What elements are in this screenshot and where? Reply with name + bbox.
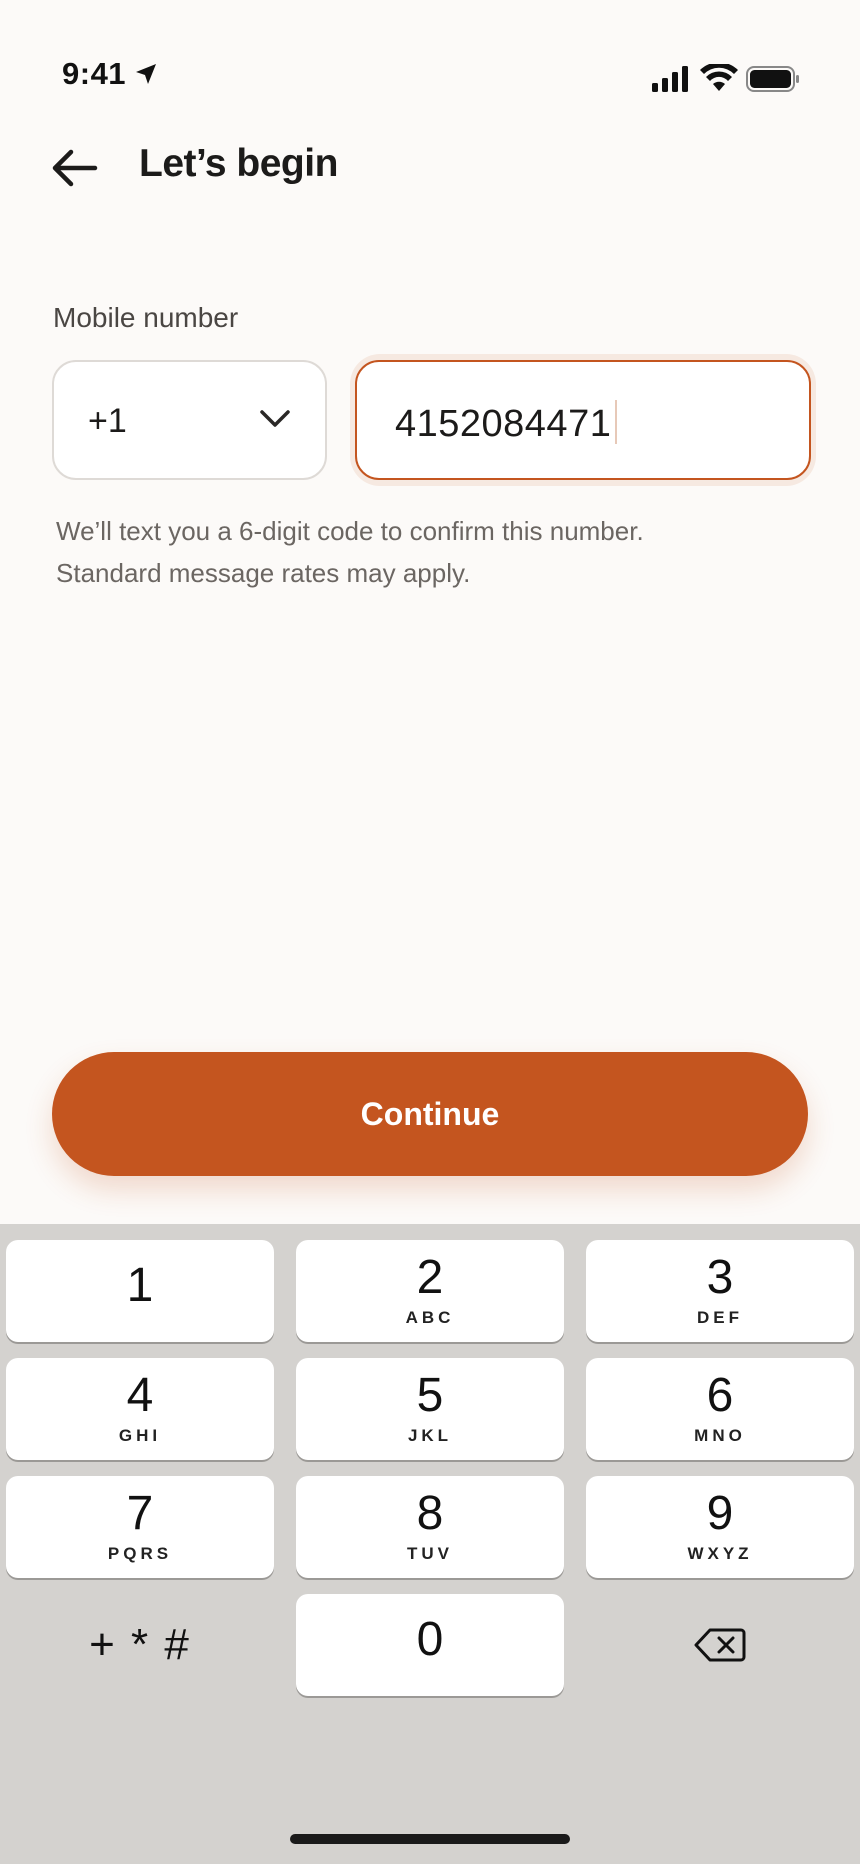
phone-number-text: 4152084471 — [395, 403, 612, 445]
key-digit: 4 — [126, 1369, 154, 1422]
key-2[interactable]: 2 ABC — [296, 1240, 564, 1342]
key-digit: 6 — [706, 1369, 734, 1422]
page-title: Let’s begin — [139, 142, 338, 185]
phone-number-value: 4152084471 — [395, 400, 618, 446]
status-time: 9:41 — [62, 56, 127, 91]
back-button[interactable] — [46, 140, 102, 196]
wifi-icon — [700, 64, 738, 91]
key-3[interactable]: 3 DEF — [586, 1240, 854, 1342]
key-digit: 7 — [126, 1487, 154, 1540]
battery-icon — [746, 66, 799, 92]
mobile-number-label: Mobile number — [53, 302, 239, 333]
key-0[interactable]: 0 — [296, 1594, 564, 1696]
key-digit: 3 — [706, 1251, 734, 1304]
key-letters: WXYZ — [687, 1544, 753, 1563]
key-1[interactable]: 1 — [6, 1240, 274, 1342]
numeric-keypad: 1 2 ABC 3 DEF 4 GHI 5 JKL 6 MNO 7 PQRS 8… — [0, 1224, 860, 1864]
key-digit: 5 — [416, 1369, 444, 1422]
key-7[interactable]: 7 PQRS — [6, 1476, 274, 1578]
phone-input-focus-ring: 4152084471 — [350, 354, 816, 486]
continue-button[interactable]: Continue — [52, 1052, 808, 1176]
key-letters: TUV — [407, 1544, 453, 1563]
key-8[interactable]: 8 TUV — [296, 1476, 564, 1578]
text-caret — [615, 400, 618, 444]
helper-text: We’ll text you a 6-digit code to confirm… — [56, 516, 644, 588]
symbols-key[interactable]: + * # — [6, 1594, 274, 1696]
symbols-label: + * # — [89, 1620, 191, 1669]
home-indicator — [290, 1834, 570, 1844]
status-bar: 9:41 — [0, 0, 860, 150]
key-digit: 0 — [416, 1613, 444, 1666]
arrow-left-icon — [52, 149, 98, 187]
country-code-value: +1 — [88, 402, 127, 440]
key-letters: MNO — [694, 1426, 746, 1445]
chevron-down-icon — [260, 410, 290, 427]
key-letters: GHI — [118, 1426, 162, 1445]
location-arrow-icon — [136, 64, 156, 84]
key-letters: PQRS — [107, 1544, 173, 1563]
key-digit: 2 — [416, 1251, 444, 1304]
key-9[interactable]: 9 WXYZ — [586, 1476, 854, 1578]
delete-key[interactable] — [586, 1594, 854, 1696]
key-4[interactable]: 4 GHI — [6, 1358, 274, 1460]
signal-icon — [652, 66, 688, 92]
country-code-select[interactable]: +1 — [52, 360, 327, 480]
phone-number-input[interactable]: 4152084471 — [355, 360, 811, 480]
key-letters: JKL — [407, 1426, 453, 1445]
key-digit: 1 — [126, 1259, 154, 1312]
key-5[interactable]: 5 JKL — [296, 1358, 564, 1460]
key-letters: ABC — [405, 1308, 455, 1327]
backspace-icon — [694, 1628, 746, 1662]
key-letters: DEF — [697, 1308, 743, 1327]
key-digit: 8 — [416, 1487, 444, 1540]
key-digit: 9 — [706, 1487, 734, 1540]
key-6[interactable]: 6 MNO — [586, 1358, 854, 1460]
